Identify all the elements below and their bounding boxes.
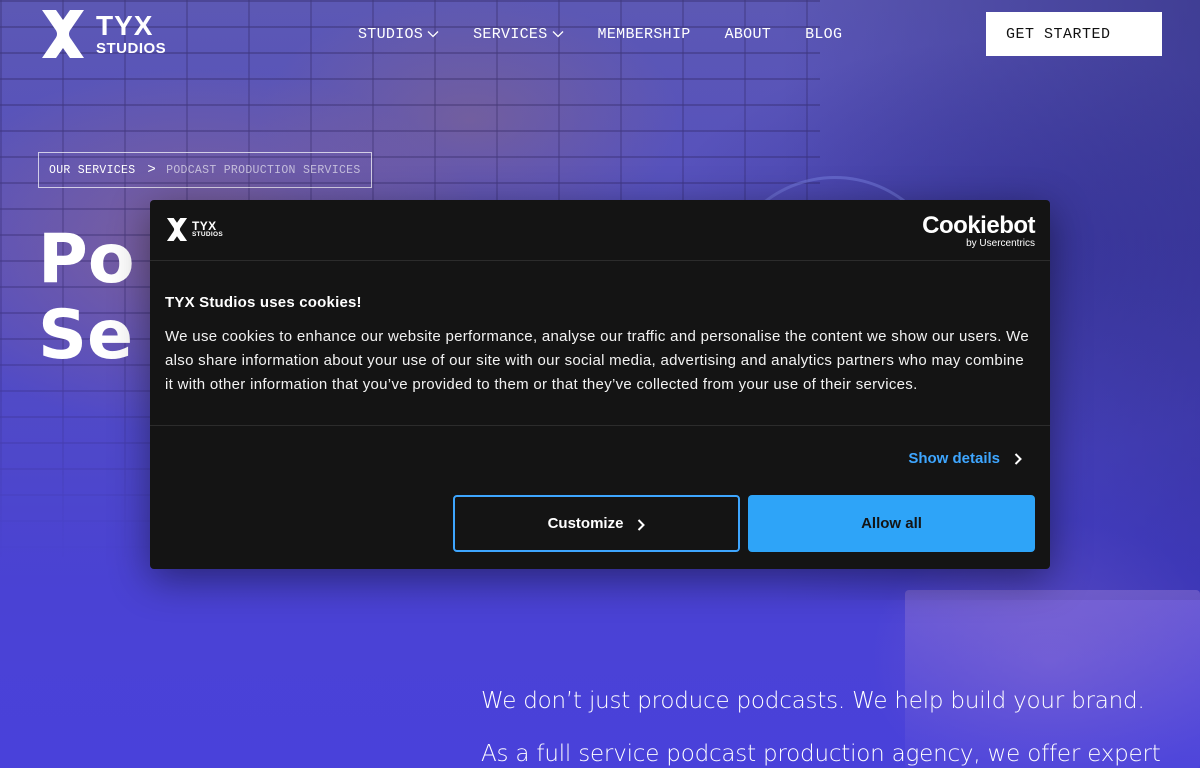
breadcrumb-current: PODCAST PRODUCTION SERVICES (166, 163, 361, 177)
nav-item-services[interactable]: SERVICES (473, 25, 564, 43)
cookie-logo-sub-text: STUDIOS (192, 231, 223, 239)
main-nav: STUDIOS SERVICES MEMBERSHIP ABOUT BLOG (358, 22, 876, 46)
cookiebot-logo[interactable]: Cookiebot by Usercentrics (922, 214, 1035, 249)
page-title: Po Se (38, 222, 158, 374)
chevron-down-icon (427, 31, 439, 38)
site-logo[interactable]: TYX STUDIOS (38, 10, 166, 58)
page-title-line-1: Po (38, 222, 135, 299)
show-details-label: Show details (908, 450, 1000, 467)
nav-item-blog[interactable]: BLOG (805, 26, 842, 43)
chevron-right-icon (638, 518, 646, 531)
tyx-x-mark-icon (166, 218, 188, 241)
breadcrumb: OUR SERVICES > PODCAST PRODUCTION SERVIC… (38, 152, 372, 188)
logo-wordmark: TYX STUDIOS (96, 10, 167, 57)
allow-all-button[interactable]: Allow all (748, 495, 1035, 552)
logo-main-text: TYX (96, 10, 154, 41)
nav-item-about[interactable]: ABOUT (725, 26, 772, 43)
customize-button[interactable]: Customize (453, 495, 740, 552)
cookie-consent-dialog: TYX STUDIOS Cookiebot by Usercentrics TY… (150, 200, 1050, 569)
cookie-dialog-header: TYX STUDIOS Cookiebot by Usercentrics (150, 200, 1050, 261)
cookie-dialog-title: TYX Studios uses cookies! (165, 294, 362, 311)
nav-item-membership[interactable]: MEMBERSHIP (598, 26, 691, 43)
logo-sub-text: STUDIOS (96, 40, 167, 57)
customize-label: Customize (547, 515, 624, 532)
cookie-dialog-logo: TYX STUDIOS (165, 218, 223, 241)
cookie-dialog-text: We use cookies to enhance our website pe… (165, 328, 1029, 393)
site-header: TYX STUDIOS STUDIOS SERVICES MEMBERSHIP … (0, 0, 1200, 68)
get-started-button[interactable]: GET STARTED (986, 12, 1162, 56)
cookie-logo-wordmark: TYX STUDIOS (192, 220, 223, 239)
show-details-link[interactable]: Show details (908, 450, 1022, 467)
nav-item-label: MEMBERSHIP (597, 25, 691, 43)
cookie-dialog-body: TYX Studios uses cookies! We use cookies… (165, 294, 1035, 397)
nav-item-label: SERVICES (473, 25, 548, 43)
nav-item-studios[interactable]: STUDIOS (358, 26, 439, 43)
hero-body-text: As a full service podcast production age… (481, 741, 1161, 767)
page-title-line-2: Se (38, 296, 134, 374)
cookiebot-by-line: by Usercentrics (966, 238, 1035, 249)
cookie-dialog-divider (150, 425, 1050, 426)
hero-lead-text: We don’t just produce podcasts. We help … (481, 688, 1145, 714)
nav-item-label: ABOUT (724, 25, 772, 43)
nav-item-label: BLOG (805, 25, 843, 43)
cookiebot-name: Cookiebot (922, 212, 1035, 239)
chevron-down-icon (552, 31, 564, 38)
tyx-x-mark-icon (42, 10, 84, 58)
chevron-right-icon (1014, 452, 1022, 465)
breadcrumb-separator: > (147, 162, 157, 178)
nav-item-label: STUDIOS (358, 25, 424, 43)
breadcrumb-link-our-services[interactable]: OUR SERVICES (49, 164, 135, 177)
